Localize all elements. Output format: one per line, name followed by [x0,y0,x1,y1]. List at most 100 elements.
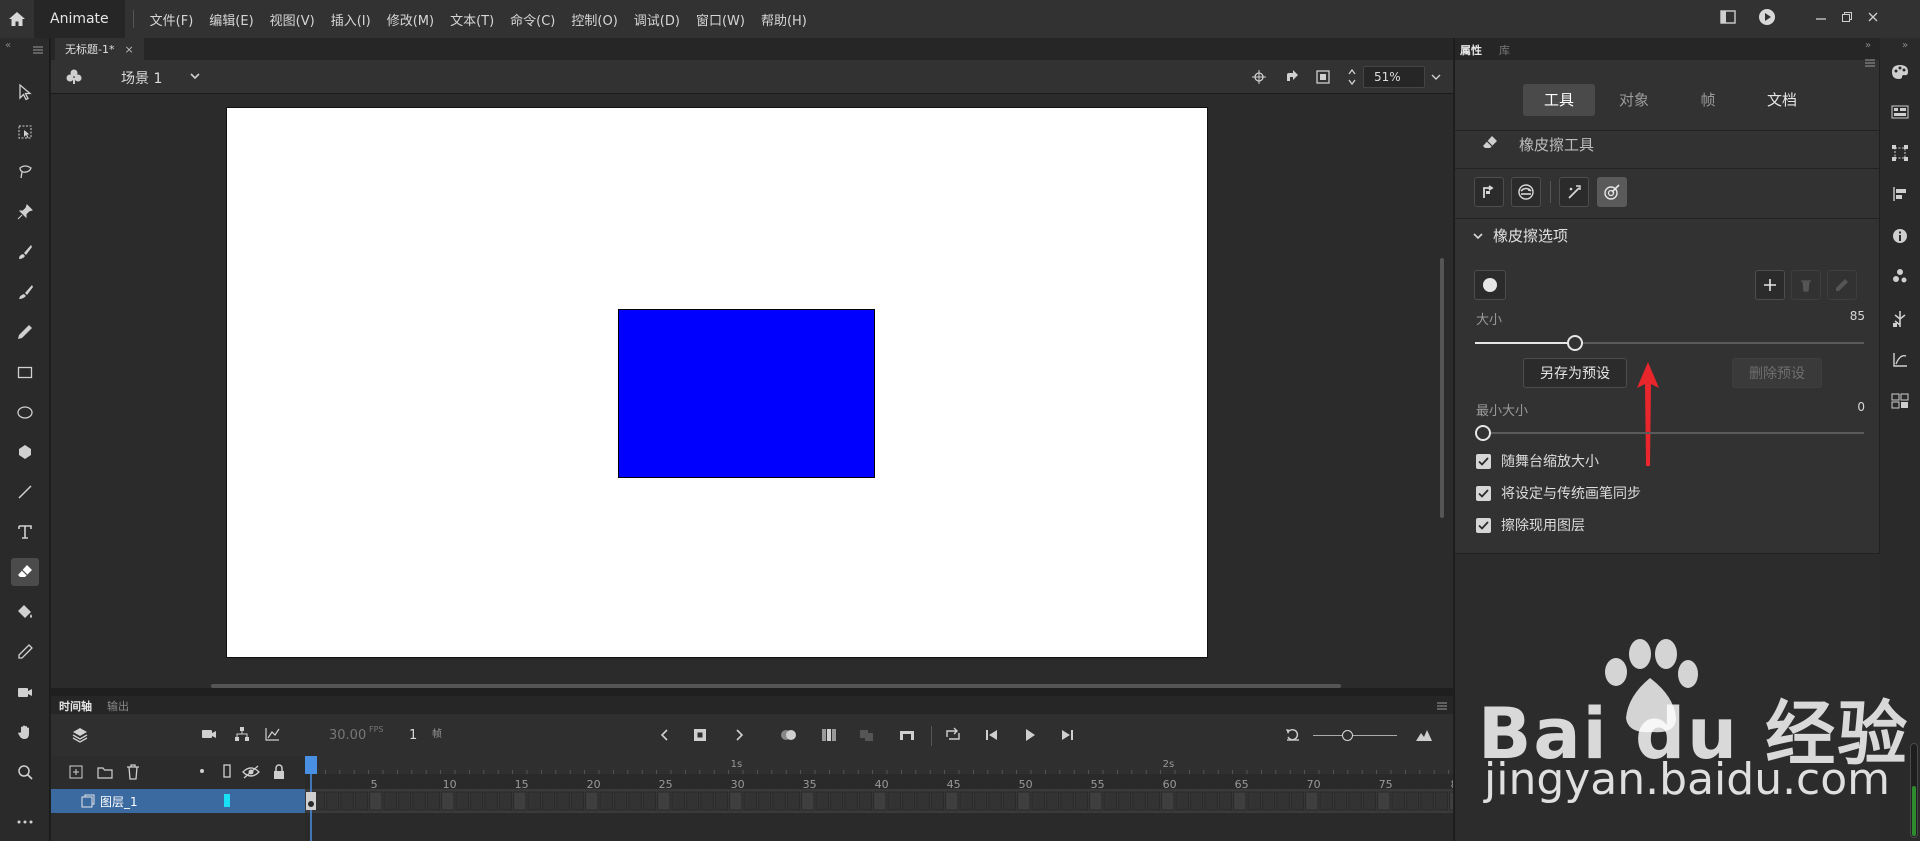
camera-icon[interactable] [201,727,217,745]
clip-content-icon[interactable] [1283,69,1299,89]
app-name[interactable]: Animate [34,0,125,38]
transform-panel-icon[interactable] [1891,144,1909,166]
collapse-left-icon[interactable]: « [5,40,11,51]
stage-fit-icon[interactable] [1315,69,1331,89]
polystar-tool-icon[interactable] [11,438,39,466]
vertical-scrollbar[interactable] [1440,258,1444,518]
text-tool-icon[interactable] [11,518,39,546]
components-icon[interactable] [1892,268,1908,288]
minimize-icon[interactable] [1815,11,1827,27]
tilt-icon[interactable] [1597,177,1627,207]
layer-name[interactable]: 图层_1 [100,793,138,810]
min-size-slider-thumb[interactable] [1475,425,1491,441]
pin-tool-icon[interactable] [11,198,39,226]
timeline-menu-icon[interactable] [1437,700,1447,713]
pressure-icon[interactable] [1559,177,1589,207]
size-value[interactable]: 85 [1845,309,1865,323]
new-folder-icon[interactable] [97,765,113,783]
selection-tool-icon[interactable] [11,78,39,106]
menu-debug[interactable]: 调试(D) [626,10,688,29]
highlight-layer-icon[interactable] [200,769,204,773]
checkbox-scale-with-stage[interactable] [1476,454,1491,469]
frames-area[interactable]: 5 10 15 20 25 30 35 40 45 50 55 60 65 70 75 80 1s 2s [305,756,1453,841]
tab-properties[interactable]: 属性 [1460,42,1482,58]
step-back-icon[interactable] [984,728,1000,746]
home-icon[interactable] [0,0,34,38]
zoom-tool-icon[interactable] [11,758,39,786]
previous-keyframe-icon[interactable] [659,728,671,746]
layer-row-selected[interactable]: 图层_1 [51,789,305,813]
document-tab[interactable]: 无标题-1* × [55,38,144,60]
checkbox-erase-active-layer[interactable] [1476,518,1491,533]
lock-toggle-icon[interactable] [272,764,286,784]
close-tab-icon[interactable]: × [124,43,133,56]
rectangle-tool-icon[interactable] [11,358,39,386]
zoom-dropdown-icon[interactable] [1431,71,1441,86]
snap-center-icon[interactable] [1251,69,1267,89]
restore-icon[interactable] [1841,11,1853,27]
zoom-stepper-icon[interactable] [1347,67,1357,91]
color-panel-icon[interactable] [1891,64,1909,84]
menu-view[interactable]: 视图(V) [262,10,323,29]
layer-color-tag[interactable] [224,794,230,807]
layer-parenting-icon[interactable] [234,726,250,746]
tab-timeline[interactable]: 时间轴 [59,698,92,714]
scene-name[interactable]: 场景 1 [121,68,162,88]
size-slider-thumb[interactable] [1567,335,1583,351]
save-preset-button[interactable]: 另存为预设 [1523,358,1627,388]
outline-toggle-icon[interactable] [223,764,231,782]
info-panel-icon[interactable] [1892,228,1908,248]
assets-icon[interactable] [1892,310,1908,332]
insert-keyframe-icon[interactable] [692,727,708,747]
zoom-field[interactable]: 51% [1363,66,1425,88]
menu-commands[interactable]: 命令(C) [502,10,563,29]
edit-symbols-icon[interactable] [65,68,83,90]
timeline-zoom-slider[interactable] [1313,735,1397,736]
brush-tool-icon[interactable] [11,278,39,306]
oval-tool-icon[interactable] [11,398,39,426]
paint-bucket-tool-icon[interactable] [11,598,39,626]
graph-icon[interactable] [264,726,280,746]
tab-library[interactable]: 库 [1499,42,1510,58]
section-collapse-icon[interactable] [1473,230,1483,245]
edit-multiple-frames-icon[interactable] [821,727,837,747]
menu-text[interactable]: 文本(T) [442,10,502,29]
reset-zoom-icon[interactable] [1285,727,1301,747]
onion-skin-icon[interactable] [779,727,799,747]
blue-rectangle-shape[interactable] [618,309,875,478]
menu-edit[interactable]: 编辑(E) [201,10,261,29]
scene-dropdown-icon[interactable] [189,70,201,86]
visibility-toggle-icon[interactable] [242,765,260,783]
timeline-zoom-slider-thumb[interactable] [1342,730,1353,741]
step-forward-icon[interactable] [1059,728,1075,746]
motion-tween-icon[interactable] [859,727,875,747]
frames-grid[interactable]: 5 10 15 20 25 30 35 40 45 50 55 60 65 70 75 80 1s 2s [305,756,1453,841]
add-preset-icon[interactable] [1755,270,1785,300]
tab-output[interactable]: 输出 [107,698,129,714]
panel-menu-icon[interactable] [33,43,43,58]
min-size-slider-track[interactable] [1475,432,1864,434]
tab-tool[interactable]: 工具 [1523,84,1595,116]
insert-classic-tween-icon[interactable] [899,727,915,747]
checkbox-sync-brush[interactable] [1476,486,1491,501]
next-keyframe-icon[interactable] [733,728,745,746]
zoom-frames-icon[interactable] [1415,727,1433,747]
collapse-right-icon[interactable]: » [1865,40,1871,51]
test-movie-icon[interactable] [1758,8,1776,30]
properties-menu-icon[interactable] [1865,56,1875,71]
layers-icon[interactable] [71,726,89,748]
line-tool-icon[interactable] [11,478,39,506]
eraser-shape-icon[interactable] [1474,270,1506,300]
free-transform-tool-icon[interactable] [11,118,39,146]
eraser-mode-icon[interactable] [1474,177,1504,207]
delete-layer-icon[interactable] [126,764,140,784]
frame-picker-icon[interactable] [1891,392,1909,414]
more-tools-icon[interactable] [11,808,39,836]
eyedropper-tool-icon[interactable] [11,638,39,666]
motion-editor-icon[interactable] [1892,352,1908,372]
eraser-tool-icon[interactable] [11,558,39,586]
play-icon[interactable] [1023,728,1037,746]
faucet-icon[interactable] [1511,177,1541,207]
menu-window[interactable]: 窗口(W) [688,10,753,29]
frame-number[interactable]: 1 [409,728,417,743]
